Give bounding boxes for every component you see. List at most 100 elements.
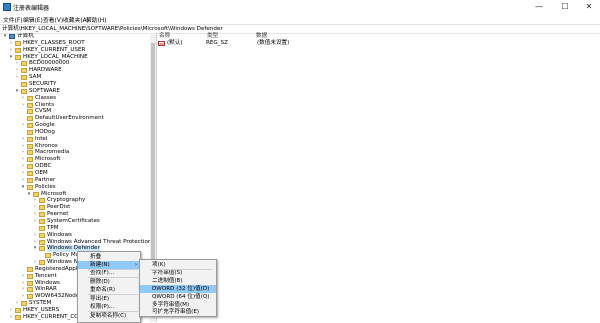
folder-icon bbox=[27, 171, 33, 176]
menu-separator bbox=[88, 294, 138, 295]
submenu-new-expandable-string-value[interactable]: 可扩充字符串值(E) bbox=[140, 308, 216, 316]
menu-bar: 文件(F) 编辑(E) 查看(V) 收藏夹(A) 帮助(H) bbox=[0, 14, 600, 24]
value-row[interactable]: ab (默认) REG_SZ (数值未设置) bbox=[158, 40, 458, 47]
context-menu-export-item[interactable]: 导出(E) bbox=[78, 295, 140, 303]
context-menu-new-item[interactable]: 新建(N) › bbox=[78, 261, 140, 269]
folder-icon bbox=[21, 301, 27, 307]
submenu-label: DWORD (32 位)值(D) bbox=[152, 286, 210, 292]
folder-icon bbox=[27, 123, 33, 129]
context-menu-label: 折叠 bbox=[90, 254, 102, 260]
context-menu-label: 权限(P)... bbox=[90, 304, 115, 310]
collapsed-arrow-icon[interactable]: › bbox=[8, 314, 14, 321]
folder-icon bbox=[27, 157, 33, 163]
context-menu-label: 新建(N) bbox=[90, 262, 110, 268]
folder-icon bbox=[21, 88, 27, 94]
collapsed-arrow-icon[interactable] bbox=[38, 252, 44, 259]
value-type: REG_SZ bbox=[206, 40, 228, 46]
submenu-label: 可扩充字符串值(E) bbox=[152, 309, 200, 315]
computer-icon bbox=[9, 34, 15, 39]
folder-icon bbox=[27, 294, 33, 300]
context-menu-find-item[interactable]: 查找(F)... bbox=[78, 269, 140, 277]
value-name: (默认) bbox=[167, 40, 183, 46]
folder-icon bbox=[39, 260, 45, 266]
folder-icon bbox=[15, 40, 21, 46]
context-menu-label: 导出(E) bbox=[90, 296, 110, 302]
folder-icon bbox=[27, 177, 33, 183]
menu-favorites[interactable]: 收藏夹(A) bbox=[63, 15, 89, 24]
menu-separator bbox=[150, 269, 212, 270]
submenu-new-binary-value[interactable]: 二进制值(B) bbox=[140, 277, 216, 285]
submenu-label: 二进制值(B) bbox=[152, 278, 183, 284]
column-header-type[interactable]: 类型 bbox=[207, 33, 218, 40]
context-menu-delete-item[interactable]: 删除(D) bbox=[78, 278, 140, 286]
menu-help[interactable]: 帮助(H) bbox=[86, 15, 106, 24]
menu-edit[interactable]: 编辑(E) bbox=[23, 15, 43, 24]
folder-icon bbox=[15, 54, 21, 60]
submenu-new-key[interactable]: 项(K) bbox=[140, 261, 216, 269]
folder-icon bbox=[27, 280, 33, 286]
value-data: (数值未设置) bbox=[257, 40, 290, 46]
folder-icon bbox=[27, 287, 33, 293]
context-menu: 折叠新建(N) › 查找(F)... 删除(D) 重命名(R) 导出(E) 权限(P)...… bbox=[77, 251, 141, 323]
regedit-icon bbox=[3, 3, 11, 11]
submenu-new-string-value[interactable]: 字符串值(S) bbox=[140, 269, 216, 277]
folder-icon bbox=[21, 61, 27, 67]
folder-icon bbox=[27, 102, 33, 108]
folder-icon bbox=[15, 308, 21, 313]
context-menu-permissions-item[interactable]: 权限(P)... bbox=[78, 303, 140, 311]
new-submenu: 项(K) 字符串值(S) 二进制值(B) DWORD (32 位)值(D) QWORD … bbox=[139, 259, 217, 317]
folder-icon bbox=[33, 191, 39, 197]
column-header-data[interactable]: 数据 bbox=[256, 33, 267, 40]
context-menu-label: 重命名(R) bbox=[90, 287, 116, 293]
context-menu-collapse-item[interactable]: 折叠 bbox=[78, 253, 140, 261]
context-menu-label: 删除(D) bbox=[90, 279, 110, 285]
folder-icon bbox=[39, 198, 45, 204]
context-menu-rename-item[interactable]: 重命名(R) bbox=[78, 286, 140, 294]
string-value-icon: ab bbox=[158, 41, 165, 46]
submenu-label: QWORD (64 位)值(Q) bbox=[152, 294, 210, 300]
collapsed-arrow-icon[interactable]: › bbox=[20, 293, 26, 300]
submenu-new-dword-value[interactable]: DWORD (32 位)值(D) bbox=[140, 285, 216, 293]
address-path[interactable]: 计算机\HKEY_LOCAL_MACHINE\SOFTWARE\Policies… bbox=[2, 25, 223, 33]
column-header-name[interactable]: 名称 bbox=[159, 33, 170, 40]
context-menu-copy-key-name-item[interactable]: 复制项名称(C) bbox=[78, 312, 140, 320]
folder-icon bbox=[39, 239, 45, 245]
folder-icon bbox=[27, 266, 33, 272]
window-title: 注册表编辑器 bbox=[13, 5, 50, 12]
folder-icon bbox=[27, 150, 33, 156]
maximize-button[interactable]: ☐ bbox=[556, 2, 574, 12]
submenu-label: 项(K) bbox=[152, 262, 166, 268]
folder-icon bbox=[27, 116, 33, 122]
folder-icon bbox=[27, 129, 33, 135]
folder-icon bbox=[39, 232, 45, 238]
folder-icon bbox=[27, 109, 33, 115]
folder-icon bbox=[27, 184, 33, 190]
folder-icon bbox=[27, 136, 33, 142]
menu-view[interactable]: 查看(V) bbox=[43, 15, 63, 24]
title-bar: 注册表编辑器 — ☐ ✕ bbox=[0, 0, 600, 14]
minimize-button[interactable]: — bbox=[530, 2, 548, 12]
folder-icon bbox=[27, 164, 33, 170]
folder-icon bbox=[39, 205, 45, 211]
folder-icon bbox=[39, 225, 45, 231]
menu-separator bbox=[88, 311, 138, 312]
folder-icon bbox=[39, 246, 45, 252]
folder-icon bbox=[15, 314, 21, 320]
collapsed-arrow-icon[interactable]: › bbox=[14, 300, 20, 307]
folder-icon bbox=[45, 253, 51, 259]
menu-separator bbox=[88, 269, 138, 270]
folder-icon bbox=[21, 81, 27, 87]
context-menu-label: 复制项名称(C) bbox=[90, 313, 127, 319]
folder-icon bbox=[21, 68, 27, 74]
folder-icon bbox=[27, 143, 33, 149]
menu-separator bbox=[88, 277, 138, 278]
folder-icon bbox=[15, 47, 21, 53]
folder-icon bbox=[39, 218, 45, 224]
submenu-arrow-icon: › bbox=[135, 262, 137, 268]
folder-icon bbox=[21, 75, 27, 81]
menu-file[interactable]: 文件(F) bbox=[3, 15, 22, 24]
submenu-label: 字符串值(S) bbox=[152, 270, 183, 276]
submenu-new-qword-value[interactable]: QWORD (64 位)值(Q) bbox=[140, 293, 216, 301]
folder-icon bbox=[27, 95, 33, 101]
close-button[interactable]: ✕ bbox=[580, 2, 598, 12]
